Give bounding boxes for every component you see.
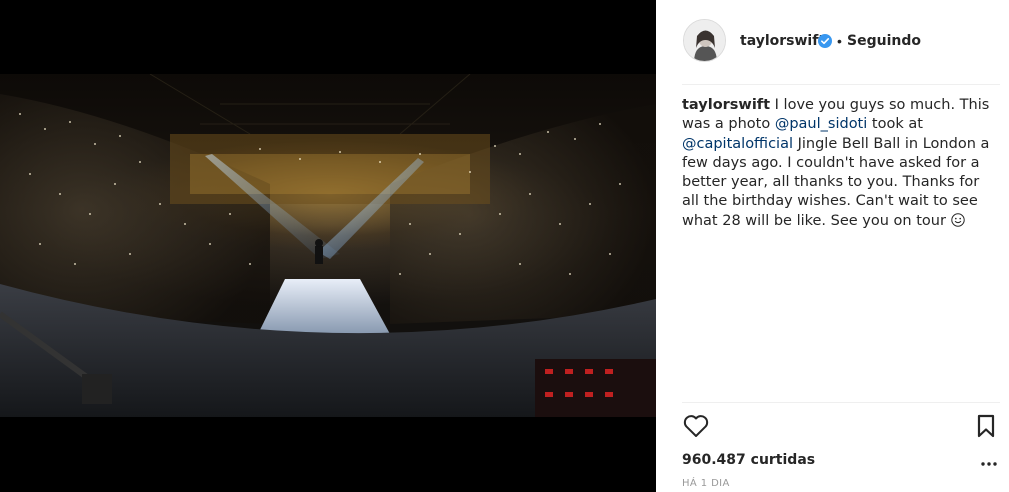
bookmark-icon[interactable] <box>974 413 998 439</box>
follow-separator: • <box>837 33 842 49</box>
post-media <box>0 0 656 492</box>
like-count[interactable]: 960.487 curtidas <box>682 452 815 468</box>
caption-username[interactable]: taylorswift <box>682 97 770 113</box>
header-divider <box>682 84 1000 85</box>
mention-capitalofficial[interactable]: @capitalofficial <box>682 136 793 152</box>
avatar[interactable] <box>683 19 726 62</box>
caption-text-2: took at <box>867 116 923 133</box>
heart-icon[interactable] <box>682 412 710 440</box>
post-photo[interactable] <box>0 74 656 417</box>
smiling-face-emoji-icon <box>950 213 965 227</box>
post-timestamp[interactable]: HÁ 1 DIA <box>682 478 730 489</box>
actions-divider <box>682 402 1000 403</box>
post-caption: taylorswift I love you guys so much. Thi… <box>682 96 998 231</box>
verified-badge-icon <box>818 34 832 48</box>
post-header: taylorswift • Seguindo <box>656 0 1009 84</box>
post-author-username[interactable]: taylorswift <box>740 33 825 49</box>
concert-photo-illustration <box>0 74 656 417</box>
following-button[interactable]: Seguindo <box>847 33 921 49</box>
mention-paul-sidoti[interactable]: @paul_sidoti <box>775 116 867 132</box>
avatar-portrait-icon <box>684 20 725 61</box>
post-details-panel: taylorswift • Seguindo taylorswift I lov… <box>656 0 1009 492</box>
more-options-icon[interactable] <box>980 456 998 472</box>
